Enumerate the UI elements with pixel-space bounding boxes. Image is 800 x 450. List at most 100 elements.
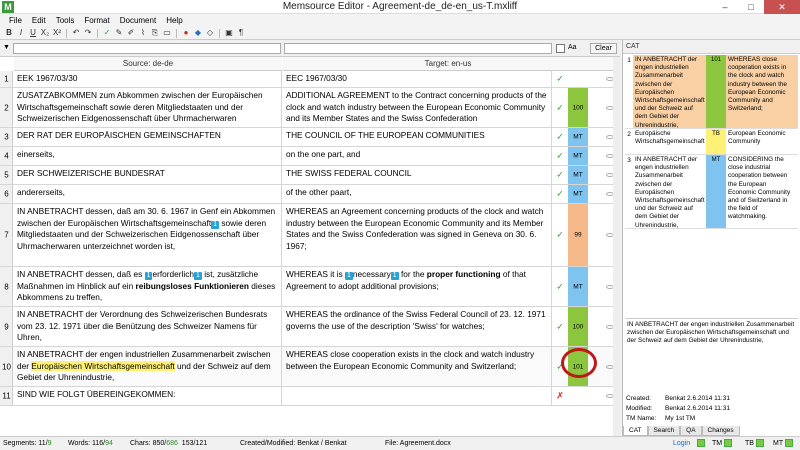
source-filter-input[interactable] [13, 43, 281, 54]
target-text[interactable]: WHEREAS it is 1 necessary 1 for the proper… [283, 267, 552, 306]
clear-icon[interactable]: ▭ [162, 28, 172, 38]
mt-status-icon [784, 439, 793, 448]
confirmed-icon[interactable]: ✓ [553, 74, 567, 85]
tab-cat[interactable]: CAT [623, 426, 648, 436]
redo-icon[interactable]: ↷ [83, 28, 93, 38]
target-text[interactable]: THE SWISS FEDERAL COUNCIL [283, 166, 552, 184]
vertical-scrollbar[interactable] [613, 57, 620, 436]
confirmed-icon[interactable]: ✓ [553, 151, 567, 162]
segment-row[interactable]: 11 SIND WIE FOLGT ÜBEREINGEKOMMEN: ✗ [0, 387, 619, 406]
inline-tag[interactable]: 1 [390, 272, 399, 280]
target-text[interactable]: THE COUNCIL OF THE EUROPEAN COMMUNITIES [283, 128, 552, 146]
target-text[interactable] [283, 387, 552, 405]
prev-icon[interactable]: ◆ [193, 28, 203, 38]
confirmed-icon[interactable]: ✓ [553, 321, 567, 332]
confirmed-icon[interactable]: ✓ [553, 132, 567, 143]
clear-button[interactable]: Clear [590, 43, 617, 54]
segment-row[interactable]: 5 DER SCHWEIZERISCHE BUNDESRAT THE SWISS… [0, 166, 619, 185]
target-text[interactable]: of the other paart, [283, 185, 552, 203]
tab-qa[interactable]: QA [680, 426, 702, 436]
inline-tag[interactable]: 1 [211, 220, 220, 229]
next-icon[interactable]: ◇ [205, 28, 215, 38]
target-text-part: WHEREAS it is [286, 269, 346, 279]
confirmed-icon[interactable]: ✓ [553, 189, 567, 200]
cat-meta-modified: Modified: Benkat 2.6.2014 11:31 [625, 404, 798, 413]
meta-value: Benkat 2.6.2014 11:31 [665, 395, 730, 402]
confirm-icon[interactable]: ✓ [102, 28, 112, 38]
subscript-button[interactable]: X₂ [40, 28, 50, 38]
match-score-badge: MT [573, 190, 583, 198]
toolbar-divider [176, 28, 177, 38]
confirmed-icon[interactable]: ✓ [553, 230, 567, 241]
inline-tag[interactable]: 1 [194, 272, 202, 280]
status-file: File: Agreement.docx [385, 440, 451, 447]
print-icon[interactable]: ▣ [224, 28, 234, 38]
segment-row[interactable]: 3 DER RAT DER EUROPÄISCHEN GEMEINSCHAFTE… [0, 128, 619, 147]
segment-number: 2 [4, 103, 9, 112]
cat-meta-tm-name: TM Name: My 1st TM [625, 414, 798, 423]
cat-match-row[interactable]: 3 IN ANBETRACHT der engen industriellen … [625, 155, 798, 229]
pilcrow-icon[interactable]: ¶ [236, 28, 246, 38]
segment-row[interactable]: 1 EEK 1967/03/30 EEC 1967/03/30 ✓ [0, 71, 619, 88]
brush-icon[interactable]: ⌇ [138, 28, 148, 38]
target-text-part: necessary [352, 269, 391, 279]
source-text: IN ANBETRACHT dessen, daß am 30. 6. 1967… [14, 204, 282, 266]
segment-row[interactable]: 8 IN ANBETRACHT dessen, daß es 1 erforder… [0, 267, 619, 307]
inline-tag[interactable]: 1 [345, 272, 353, 280]
confirmed-icon[interactable]: ✓ [553, 102, 567, 113]
match-score-badge: MT [573, 152, 583, 160]
match-score-badge: 99 [574, 231, 582, 239]
close-icon[interactable]: ✕ [764, 0, 800, 14]
underline-button[interactable]: U [28, 28, 38, 38]
target-text-editor[interactable]: WHEREAS close cooperation exists in the … [283, 347, 552, 386]
filter-dropdown-icon[interactable]: ▼ [3, 44, 10, 51]
bold-button[interactable]: B [4, 28, 14, 38]
segment-row[interactable]: 7 IN ANBETRACHT dessen, daß am 30. 6. 19… [0, 204, 619, 267]
target-text[interactable]: EEC 1967/03/30 [283, 71, 552, 87]
confirmed-icon[interactable]: ✓ [553, 281, 567, 292]
edit-icon[interactable]: ✐ [126, 28, 136, 38]
target-text[interactable]: ADDITIONAL AGREEMENT to the Contract con… [283, 88, 552, 127]
unconfirmed-icon[interactable]: ✗ [553, 391, 567, 402]
target-text[interactable]: WHEREAS the ordinance of the Swiss Feder… [283, 307, 552, 346]
segment-row-active[interactable]: 10 IN ANBETRACHT der engen industriellen… [0, 347, 619, 387]
maximize-icon[interactable]: □ [738, 0, 764, 14]
source-text-part: IN ANBETRACHT dessen, daß es [17, 269, 145, 279]
target-column-header: Target: en-us [283, 57, 613, 71]
tab-search[interactable]: Search [647, 426, 681, 436]
cat-match-row[interactable]: 2 Europäische Wirtschaftsgemeinschaft TB… [625, 129, 798, 155]
target-text[interactable]: WHEREAS an Agreement concerning products… [283, 204, 552, 266]
match-score-badge: 100 [572, 104, 584, 111]
menu-format[interactable]: Format [79, 14, 114, 27]
target-filter-input[interactable] [284, 43, 552, 54]
segment-row[interactable]: 6 andererseits, of the other paart, ✓ MT [0, 185, 619, 204]
login-status-icon [697, 439, 705, 448]
confirmed-icon[interactable]: ✓ [553, 170, 567, 181]
menu-file[interactable]: File [4, 14, 27, 27]
cat-match-row[interactable]: 1 IN ANBETRACHT der engen industriellen … [625, 55, 798, 129]
login-link[interactable]: Login [673, 437, 690, 450]
copy-source-icon[interactable]: ⎘ [150, 28, 160, 38]
menu-edit[interactable]: Edit [27, 14, 51, 27]
source-text: EEK 1967/03/30 [14, 71, 282, 87]
status-mt: MT [773, 437, 793, 450]
undo-icon[interactable]: ↶ [71, 28, 81, 38]
minimize-icon[interactable]: – [712, 0, 738, 14]
term-highlight: Europäischen Wirtschaftsgemeinschaft [31, 360, 175, 371]
italic-button[interactable]: I [16, 28, 26, 38]
target-text[interactable]: on the one part, and [283, 147, 552, 165]
match-score-badge: MT [573, 283, 583, 290]
match-case-checkbox[interactable] [556, 44, 565, 53]
menu-tools[interactable]: Tools [51, 14, 80, 27]
menu-help[interactable]: Help [161, 14, 187, 27]
superscript-button[interactable]: X² [52, 28, 62, 38]
segment-row[interactable]: 2 ZUSATZABKOMMEN zum Abkommen zwischen d… [0, 88, 619, 128]
stop-icon[interactable]: ● [181, 28, 191, 38]
tab-changes[interactable]: Changes [701, 426, 740, 436]
pencil-icon[interactable]: ✎ [114, 28, 124, 38]
source-text: IN ANBETRACHT der engen industriellen Zu… [14, 347, 282, 386]
menu-document[interactable]: Document [115, 14, 161, 27]
segment-row[interactable]: 9 IN ANBETRACHT der Verordnung des Schwe… [0, 307, 619, 347]
segment-row[interactable]: 4 einerseits, on the one part, and ✓ MT [0, 147, 619, 166]
status-tb: TB [745, 437, 764, 450]
